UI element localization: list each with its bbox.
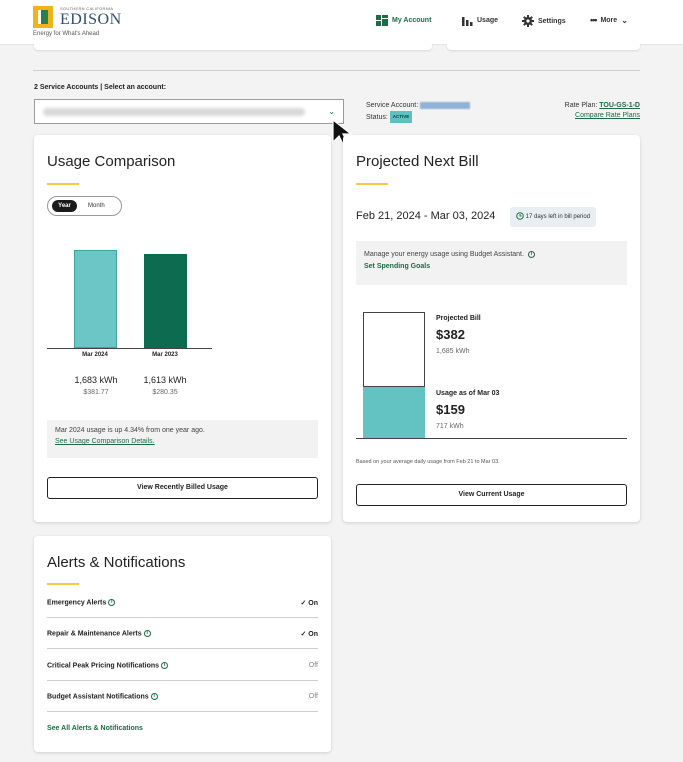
title-underline <box>47 183 79 185</box>
cost-value: $280.35 <box>152 389 178 396</box>
projected-kwh: 1,685 kWh <box>436 348 470 355</box>
bar-label: Mar 2023 <box>152 352 178 358</box>
dashboard-icon <box>376 15 388 26</box>
usage-change-text: Mar 2024 usage is up 4.34% from one year… <box>55 427 205 434</box>
see-all-alerts-link[interactable]: See All Alerts & Notifications <box>47 725 143 732</box>
chart-axis <box>47 348 212 349</box>
service-address-redacted <box>43 108 305 116</box>
projected-bill-amount: $382 <box>436 327 465 342</box>
usage-comparison-details-link[interactable]: See Usage Comparison Details. <box>55 438 155 445</box>
account-number-redacted <box>420 101 471 109</box>
alert-row-budget-assistant[interactable]: Budget Assistant Notifications i Off <box>47 682 318 712</box>
alert-status: Off <box>308 693 318 700</box>
rate-plan-link[interactable]: TOU-GS-1-D <box>599 102 640 109</box>
service-account-select[interactable]: ⌄ <box>34 99 344 124</box>
chevron-down-icon: ⌄ <box>328 107 335 116</box>
usage-to-date-bar <box>363 387 425 438</box>
cost-value: $381.77 <box>83 389 109 396</box>
card-stub-left <box>34 44 432 50</box>
set-spending-goals-link[interactable]: Set Spending Goals <box>364 263 430 270</box>
title-underline <box>356 183 388 185</box>
status-label: Status: <box>366 113 388 121</box>
budget-assistant-box: Manage your energy usage using Budget As… <box>356 241 627 285</box>
nav-label: My Account <box>392 17 432 24</box>
alert-row-emergency[interactable]: Emergency Alerts i ✓ On <box>47 588 318 618</box>
kwh-value: 1,613 kWh <box>143 375 187 385</box>
nav-more[interactable]: ••• More ⌄ <box>590 15 628 25</box>
card-stub-right <box>447 44 640 50</box>
nav-label: More <box>600 16 618 24</box>
alert-label: Repair & Maintenance Alerts i <box>47 630 151 637</box>
logo-mark <box>33 6 53 28</box>
projected-bill-label: Projected Bill <box>436 315 481 322</box>
service-account-info: Service Account: Status: ACTIVE <box>366 101 471 123</box>
nav-label: Usage <box>477 17 499 24</box>
alert-row-repair-maintenance[interactable]: Repair & Maintenance Alerts i ✓ On <box>47 619 318 649</box>
bar-chart-icon <box>462 17 473 26</box>
usage-as-of-label: Usage as of Mar 03 <box>436 390 500 397</box>
top-header: SOUTHERN CALIFORNIA EDISON Energy for Wh… <box>0 0 683 45</box>
sce-logo[interactable]: SOUTHERN CALIFORNIA EDISON Energy for Wh… <box>33 6 143 40</box>
alert-label: Emergency Alerts i <box>47 599 116 606</box>
usage-bar-mar-2023[interactable] <box>144 254 187 348</box>
budget-text: Manage your energy usage using Budget As… <box>364 251 524 258</box>
rate-plan-label: Rate Plan: <box>564 102 598 109</box>
logo-name: EDISON <box>60 11 122 28</box>
info-icon[interactable]: i <box>161 662 169 669</box>
chevron-down-icon: ⌄ <box>621 15 628 25</box>
days-left-text: 17 days left in bill period <box>525 214 591 220</box>
bar-label: Mar 2024 <box>82 352 108 358</box>
info-icon[interactable]: i <box>108 599 116 606</box>
info-icon[interactable]: i <box>150 693 158 700</box>
projected-axis <box>356 438 627 439</box>
kwh-value: 1,683 kWh <box>74 375 118 385</box>
usage-bar-mar-2024[interactable] <box>74 250 117 348</box>
year-month-toggle[interactable]: Year Month <box>47 196 122 216</box>
nav-my-account[interactable]: My Account <box>376 15 431 26</box>
toggle-month[interactable]: Month <box>88 200 105 212</box>
alerts-title: Alerts & Notifications <box>47 554 186 571</box>
alert-status: ✓ On <box>300 600 318 607</box>
nav-usage[interactable]: Usage <box>462 15 498 26</box>
info-icon[interactable]: i <box>527 250 535 258</box>
gear-icon <box>522 15 534 27</box>
alert-status: ✓ On <box>300 631 318 638</box>
days-left-badge: 17 days left in bill period <box>510 207 597 227</box>
title-underline <box>47 583 79 585</box>
usage-kwh: 717 kWh <box>436 423 464 430</box>
alert-label: Critical Peak Pricing Notifications i <box>47 662 169 669</box>
info-icon[interactable]: i <box>143 630 151 637</box>
usage-change-note: Mar 2024 usage is up 4.34% from one year… <box>47 420 318 458</box>
view-recently-billed-usage-button[interactable]: View Recently Billed Usage <box>47 477 318 499</box>
usage-amount: $159 <box>436 402 465 417</box>
more-dots-icon: ••• <box>590 15 598 25</box>
clock-icon <box>516 212 524 221</box>
rate-plan-info: Rate Plan: TOU-GS-1-D Compare Rate Plans <box>565 101 640 121</box>
nav-settings[interactable]: Settings <box>522 15 566 27</box>
section-divider <box>33 70 640 71</box>
logo-tagline: Energy for What's Ahead <box>33 31 100 37</box>
view-current-usage-button[interactable]: View Current Usage <box>356 484 627 506</box>
service-accounts-label: 2 Service Accounts | Select an account: <box>34 84 167 91</box>
status-badge: ACTIVE <box>389 111 413 123</box>
bill-date-range: Feb 21, 2024 - Mar 03, 2024 <box>356 210 496 222</box>
projected-bill-bar <box>363 312 425 387</box>
compare-rate-plans-link[interactable]: Compare Rate Plans <box>575 112 640 119</box>
alert-status: Off <box>308 662 318 669</box>
projected-bill-title: Projected Next Bill <box>356 153 479 170</box>
projection-footnote: Based on your average daily usage from F… <box>356 459 500 465</box>
alert-row-critical-peak-pricing[interactable]: Critical Peak Pricing Notifications i Off <box>47 651 318 681</box>
nav-label: Settings <box>538 17 566 25</box>
usage-comparison-title: Usage Comparison <box>47 153 176 170</box>
alert-label: Budget Assistant Notifications i <box>47 693 158 700</box>
service-account-label: Service Account: <box>366 102 419 109</box>
toggle-year[interactable]: Year <box>52 200 77 212</box>
